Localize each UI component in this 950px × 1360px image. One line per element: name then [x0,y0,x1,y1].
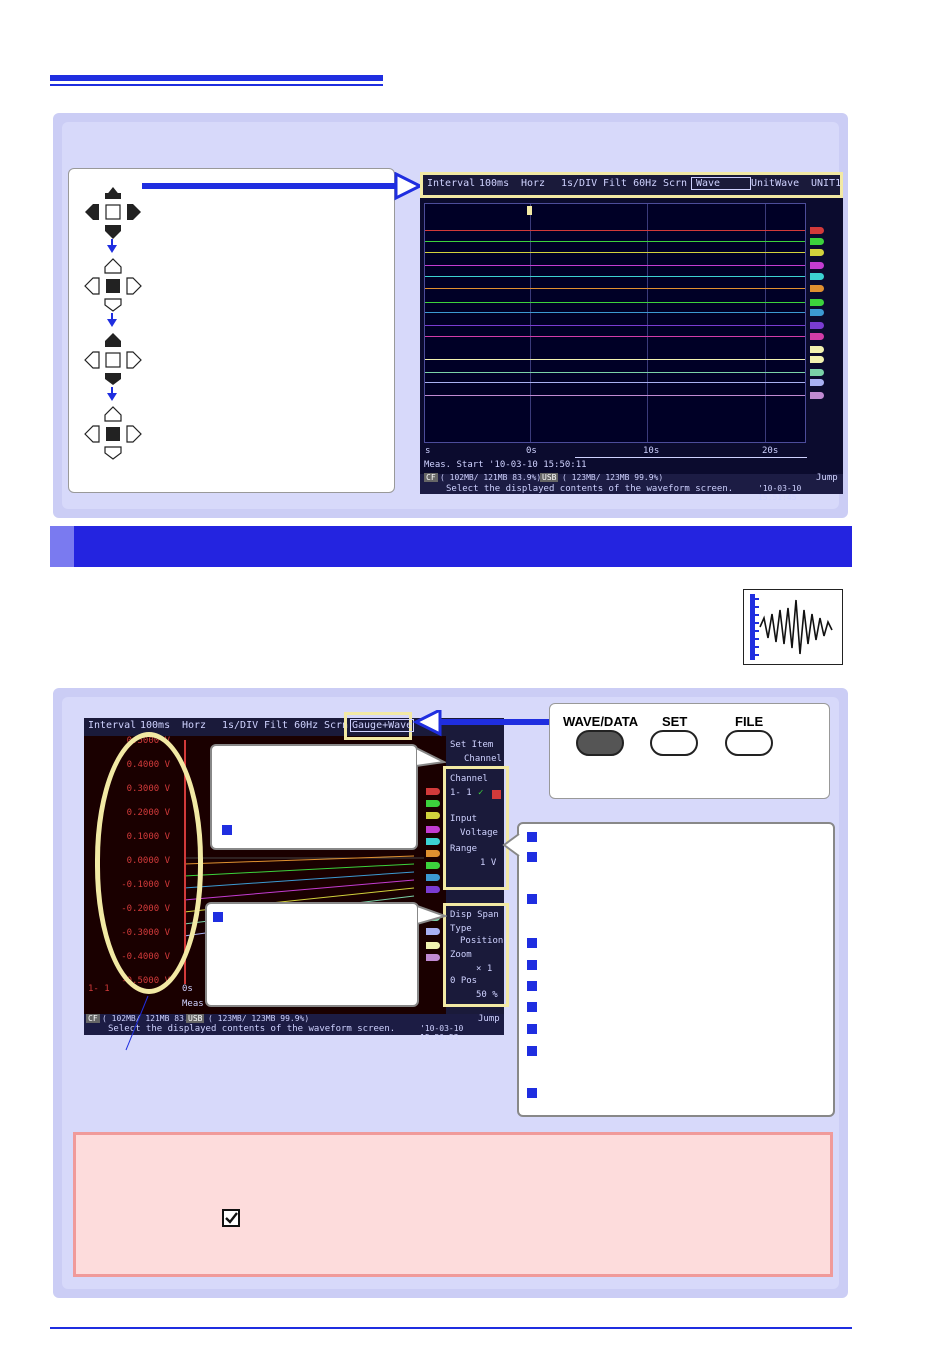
pointer-arrow [142,172,424,201]
gauge-leader-line [125,995,149,1051]
waveform-display-icon [743,589,843,665]
cursor-key-step-2 [84,258,142,312]
horz-value[interactable]: 1s/DIV [561,178,597,189]
callout-box-upper [210,744,418,850]
wave-data-key-label: WAVE/DATA [563,714,639,729]
cursor-key-diagram [84,187,142,460]
memory-usage: ( 102MB/ 121MB 83.9%) [440,473,542,482]
wave-data-key-icon[interactable] [576,730,624,756]
enter-key-icon [105,204,121,220]
bullet-icon [527,981,537,991]
filter-label[interactable]: Filt 60Hz [264,720,318,731]
channel-settings-highlight [443,766,509,890]
checkbox-checked-icon [222,1209,240,1227]
bullet-icon [527,960,537,970]
usb-usage: ( 123MB/ 123MB 99.9%) [562,473,664,482]
file-key-label: FILE [735,714,764,729]
status-area: Meas. Start '10-03-10 15:50:11 CF ( 102M… [420,458,843,502]
cf-icon: CF [86,1014,100,1023]
waveform-icon [750,594,833,660]
channel-tab[interactable]: Channel [464,754,502,764]
down-key-icon [105,225,121,239]
bullet-icon [527,1024,537,1034]
note-box [73,1132,833,1277]
horz-label: Horz [521,178,546,189]
help-message: Select the displayed contents of the wav… [446,484,734,494]
front-panel-keys: WAVE/DATA SET FILE [549,703,830,799]
meas-label: Meas [182,999,204,1009]
bullet-icon [527,1002,537,1012]
interval-label: Interval [427,178,476,189]
usb-icon: USB [186,1014,205,1023]
usb-usage: ( 123MB/ 123MB 99.9%) [208,1014,310,1023]
callout-box-lower [205,902,419,1007]
trigger-marker [527,206,532,215]
usb-icon: USB [540,473,559,482]
interval-value[interactable]: 100ms [479,178,509,189]
scrn-highlight: Gauge+Wave [344,712,415,740]
list-pointer [502,833,520,857]
step-arrow-icon [107,245,117,253]
cursor-key-step-4 [84,406,142,460]
footer-rule [50,1327,852,1329]
jump-label[interactable]: Jump [816,473,838,483]
set-key-label: SET [662,714,688,729]
up-key-body-icon [105,193,121,199]
bullet-icon [213,912,223,922]
time-axis-tick: 20s [762,446,779,456]
interval-value[interactable]: 100ms [140,720,170,731]
section-rule-thin [50,84,383,86]
pointer-arrow [412,710,552,737]
horz-value[interactable]: 1s/DIV [222,720,258,731]
callout-pointer [416,746,446,768]
bullet-icon [527,938,537,948]
unit-value[interactable]: UNIT1 [811,178,841,189]
time-axis-unit: s [425,446,431,456]
gauge-highlight-oval [95,732,203,994]
bullet-icon [527,832,537,842]
section-rule [50,75,383,81]
set-item-label: Set Item [450,740,494,750]
set-key-icon[interactable] [650,730,698,756]
waveform-plot [424,203,824,443]
datetime: '10-03-10 15:51:45 [758,484,802,502]
meas-start: Meas. Start '10-03-10 15:50:11 [424,460,587,470]
bullet-icon [222,825,232,835]
interval-label: Interval [88,720,137,731]
unitwave-label: UnitWave [751,178,800,189]
bullet-icon [527,1088,537,1098]
filter-label[interactable]: Filt 60Hz [603,178,657,189]
scrn-label: Scrn [663,178,688,189]
cursor-key-step-3 [84,333,142,385]
time-axis-tick: 0s [526,446,537,456]
settings-list [517,822,835,1117]
section-heading-bar [50,526,852,567]
bullet-icon [527,852,537,862]
disp-span-highlight [443,903,509,1007]
time-axis-tick: 10s [643,446,660,456]
right-key-icon [127,204,141,220]
bullet-icon [527,894,537,904]
callout-pointer [417,904,447,926]
cf-icon: CF [424,473,438,482]
horz-label: Horz [182,720,207,731]
scrn-value[interactable]: Gauge+Wave [350,719,415,732]
datetime: '10-03-10 15:50:53 [420,1024,464,1042]
screen-toolbar: Interval 100ms Horz 1s/DIV Filt 60Hz Scr… [420,172,843,198]
cursor-key-steps [68,168,395,493]
cursor-key-step-1 [85,187,141,239]
bullet-icon [527,1046,537,1056]
jump-label[interactable]: Jump [478,1014,500,1024]
left-key-icon [85,204,99,220]
scrn-value[interactable]: Wave [691,177,752,190]
file-key-icon[interactable] [725,730,773,756]
